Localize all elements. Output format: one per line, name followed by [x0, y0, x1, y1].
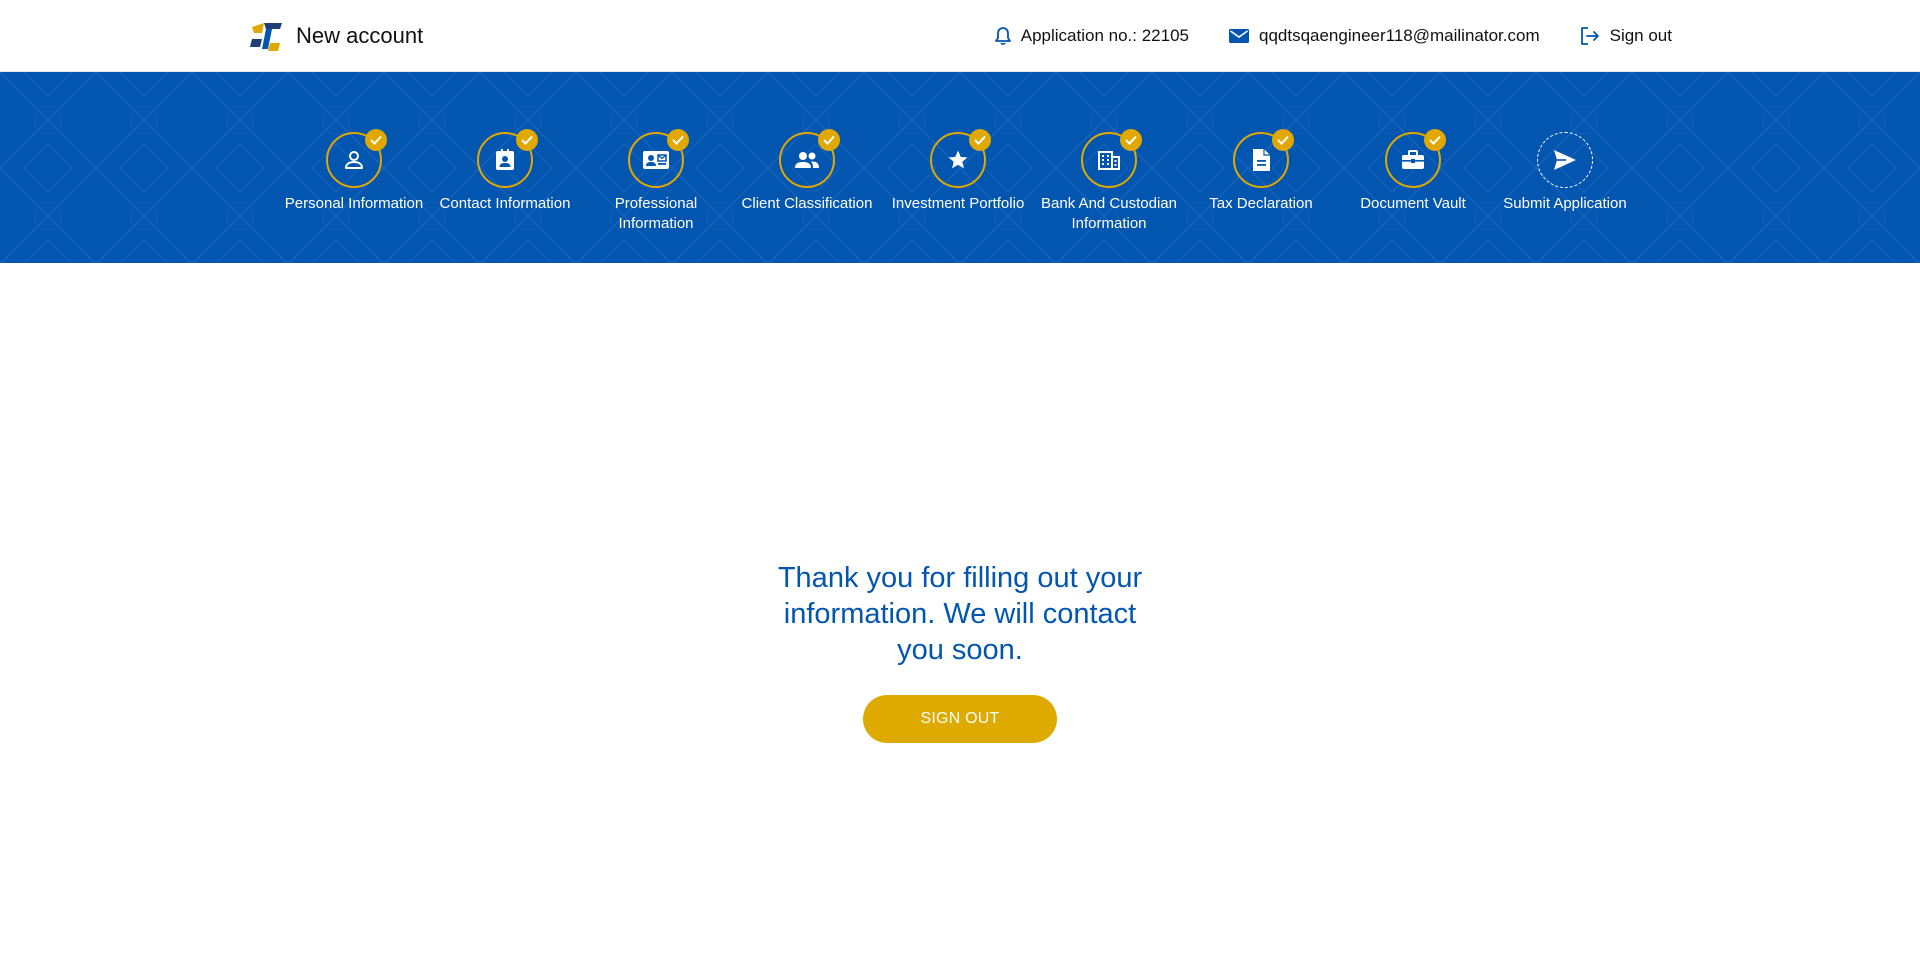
header-right: Application no.: 22105 qqdtsqaengineer11…: [955, 18, 1672, 54]
check-badge-icon: [516, 129, 538, 151]
application-number-text: Application no.: 22105: [1020, 26, 1189, 45]
main-content: Thank you for filling out your informati…: [0, 263, 1920, 955]
header-signout-label: Sign out: [1609, 26, 1672, 45]
step-contact-information[interactable]: Contact Information: [430, 129, 580, 214]
id-card-icon: [643, 151, 669, 169]
step-professional-information[interactable]: Professional Information: [581, 129, 731, 234]
sign-out-button[interactable]: SIGN OUT: [863, 695, 1057, 743]
page-title: New account: [296, 23, 424, 48]
confirmation-message: Thank you for filling out your informati…: [777, 562, 1143, 666]
brand: New account: [250, 18, 423, 54]
user-email-text: qqdtsqaengineer118@mailinator.com: [1258, 26, 1540, 45]
send-icon: [1554, 150, 1576, 170]
progress-stepper: Personal Information Contact Information: [0, 72, 1920, 263]
step-label: Personal Information: [284, 195, 424, 212]
steps-container: Personal Information Contact Information: [0, 72, 1920, 263]
step-circle: [1385, 129, 1446, 188]
step-circle: [326, 129, 387, 188]
top-header: New account Application no.: 22105 qqdts…: [0, 0, 1920, 72]
application-number: Application no.: 22105: [994, 26, 1189, 46]
step-circle: [1233, 129, 1294, 188]
person-icon: [345, 151, 363, 169]
step-circle: [628, 129, 689, 188]
step-investment-portfolio[interactable]: Investment Portfolio: [883, 129, 1033, 214]
step-bank-and-custodian-information[interactable]: Bank And Custodian Information: [1034, 129, 1184, 234]
check-badge-icon: [365, 129, 387, 151]
step-label: Document Vault: [1360, 195, 1466, 212]
star-icon: [948, 150, 968, 169]
step-personal-information[interactable]: Personal Information: [279, 129, 429, 214]
step-submit-application[interactable]: Submit Application: [1490, 132, 1640, 214]
step-label: Client Classification: [741, 195, 873, 212]
document-icon: [1253, 149, 1270, 171]
step-tax-declaration[interactable]: Tax Declaration: [1186, 129, 1336, 214]
step-label: Bank And Custodian Information: [1041, 195, 1177, 232]
logout-icon: [1580, 27, 1599, 45]
building-icon: [1098, 151, 1120, 170]
people-icon: [795, 152, 819, 168]
step-document-vault[interactable]: Document Vault: [1338, 129, 1488, 214]
step-label: Submit Application: [1503, 195, 1627, 212]
mail-icon: [1228, 29, 1249, 43]
step-circle: [930, 129, 991, 188]
step-circle: [477, 129, 538, 188]
step-label: Investment Portfolio: [891, 195, 1025, 212]
step-circle: [779, 129, 840, 188]
check-badge-icon: [667, 129, 689, 151]
check-badge-icon: [1120, 129, 1142, 151]
briefcase-icon: [1402, 150, 1424, 169]
check-badge-icon: [818, 129, 840, 151]
check-badge-icon: [1424, 129, 1446, 151]
step-label: Professional Information: [614, 195, 698, 232]
logo-icon: [250, 23, 282, 51]
check-badge-icon: [1272, 129, 1294, 151]
header-signout-link[interactable]: Sign out: [1580, 26, 1672, 46]
contact-card-icon: [496, 149, 514, 170]
step-client-classification[interactable]: Client Classification: [732, 129, 882, 214]
step-circle: [1081, 129, 1142, 188]
check-badge-icon: [969, 129, 991, 151]
step-circle: [1537, 132, 1593, 188]
bell-icon: [994, 27, 1011, 46]
step-label: Contact Information: [439, 195, 571, 212]
step-label: Tax Declaration: [1209, 195, 1313, 212]
user-email: qqdtsqaengineer118@mailinator.com: [1228, 26, 1540, 46]
